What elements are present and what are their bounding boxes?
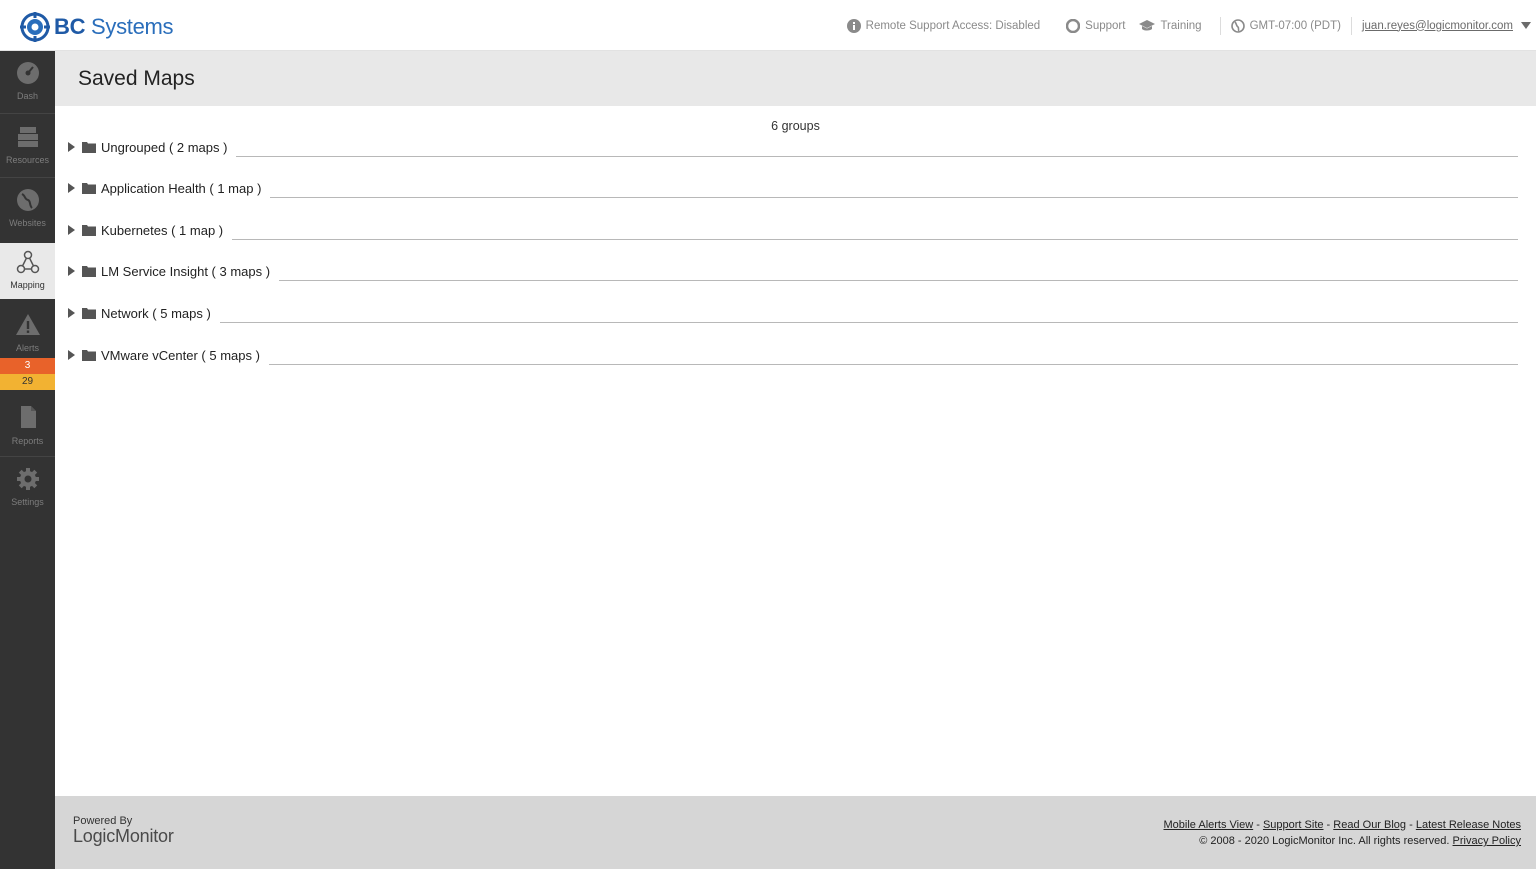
divider bbox=[1219, 16, 1221, 35]
expand-arrow-icon[interactable] bbox=[68, 266, 75, 276]
release-notes-link[interactable]: Latest Release Notes bbox=[1416, 819, 1521, 831]
dashboard-icon bbox=[16, 62, 39, 84]
folder-icon bbox=[82, 142, 96, 153]
expand-arrow-icon[interactable] bbox=[68, 225, 75, 235]
lifebuoy-icon bbox=[1066, 18, 1081, 33]
logicmonitor-logo[interactable]: LogicMonitor bbox=[73, 826, 174, 847]
document-icon bbox=[20, 406, 36, 428]
map-group-row[interactable]: Network ( 5 maps ) bbox=[68, 301, 1518, 325]
sidebar-item-dash[interactable]: Dash bbox=[0, 61, 55, 101]
sidebar-item-label: Alerts bbox=[15, 343, 39, 353]
training-link[interactable]: Training bbox=[1139, 19, 1202, 32]
globe-icon bbox=[16, 189, 39, 211]
map-group-row[interactable]: Application Health ( 1 map ) bbox=[68, 176, 1518, 200]
brand-logo[interactable]: BC Systems bbox=[20, 11, 174, 43]
divider bbox=[279, 280, 1518, 281]
globe-icon bbox=[1230, 18, 1245, 33]
top-bar: BC Systems Remote Support Access: Disabl… bbox=[0, 0, 1536, 51]
brand-logo-icon bbox=[20, 12, 50, 42]
sidebar-item-alerts[interactable]: Alerts bbox=[0, 313, 55, 353]
folder-icon bbox=[82, 225, 96, 236]
brand-name: BC Systems bbox=[54, 14, 174, 39]
sidebar-item-label: Reports bbox=[11, 436, 44, 446]
gear-icon bbox=[16, 468, 39, 490]
divider bbox=[219, 322, 1518, 323]
chevron-down-icon bbox=[1521, 21, 1531, 29]
sidebar-nav: Dash Resources Websites Mapping Alerts 3… bbox=[0, 51, 55, 869]
timezone-label: GMT-07:00 (PDT) bbox=[1249, 19, 1341, 32]
folder-icon bbox=[82, 308, 96, 319]
sidebar-item-label: Dash bbox=[16, 91, 38, 101]
group-name[interactable]: VMware vCenter ( 5 maps ) bbox=[101, 348, 260, 363]
copyright: © 2008 - 2020 LogicMonitor Inc. All righ… bbox=[1199, 835, 1450, 847]
map-group-row[interactable]: LM Service Insight ( 3 maps ) bbox=[68, 259, 1518, 283]
divider bbox=[268, 364, 1518, 365]
sidebar-item-websites[interactable]: Websites bbox=[0, 188, 55, 228]
support-site-link[interactable]: Support Site bbox=[1263, 819, 1324, 831]
privacy-policy-link[interactable]: Privacy Policy bbox=[1453, 835, 1521, 847]
training-label: Training bbox=[1160, 19, 1202, 32]
sidebar-item-label: Mapping bbox=[10, 280, 45, 290]
info-icon bbox=[846, 18, 861, 33]
map-group-row[interactable]: Ungrouped ( 2 maps ) bbox=[68, 135, 1518, 159]
folder-icon bbox=[82, 266, 96, 277]
sidebar-item-settings[interactable]: Settings bbox=[0, 467, 55, 507]
divider bbox=[270, 197, 1518, 198]
sidebar-item-reports[interactable]: Reports bbox=[0, 404, 55, 446]
saved-maps-panel: 6 groups Ungrouped ( 2 maps ) Applicatio… bbox=[55, 106, 1536, 796]
folder-icon bbox=[82, 350, 96, 361]
resources-icon bbox=[17, 127, 38, 147]
footer-links: Mobile Alerts View - Support Site - Read… bbox=[1163, 819, 1522, 847]
user-menu[interactable]: juan.reyes@logicmonitor.com bbox=[1362, 20, 1536, 32]
warning-icon bbox=[15, 314, 40, 335]
sidebar-item-resources[interactable]: Resources bbox=[0, 125, 55, 165]
sidebar-item-label: Resources bbox=[5, 155, 50, 165]
critical-alert-count[interactable]: 3 bbox=[0, 358, 55, 374]
group-name[interactable]: Kubernetes ( 1 map ) bbox=[101, 223, 223, 238]
support-link[interactable]: Support bbox=[1066, 18, 1126, 33]
footer: Powered By LogicMonitor Mobile Alerts Vi… bbox=[55, 796, 1536, 869]
group-count: 6 groups bbox=[771, 119, 820, 133]
timezone[interactable]: GMT-07:00 (PDT) bbox=[1230, 18, 1341, 33]
group-name[interactable]: Application Health ( 1 map ) bbox=[101, 181, 261, 196]
expand-arrow-icon[interactable] bbox=[68, 350, 75, 360]
sidebar-item-mapping[interactable]: Mapping bbox=[0, 243, 55, 299]
sidebar-item-label: Websites bbox=[9, 218, 46, 228]
page-header: Saved Maps bbox=[55, 51, 1536, 106]
header-utilities: Remote Support Access: Disabled Support … bbox=[846, 0, 1536, 51]
mobile-alerts-link[interactable]: Mobile Alerts View bbox=[1164, 819, 1254, 831]
remote-support-label: Remote Support Access: Disabled bbox=[865, 19, 1041, 32]
expand-arrow-icon[interactable] bbox=[68, 183, 75, 193]
group-name[interactable]: LM Service Insight ( 3 maps ) bbox=[101, 264, 270, 279]
map-group-row[interactable]: Kubernetes ( 1 map ) bbox=[68, 218, 1518, 242]
topology-icon bbox=[16, 250, 39, 274]
graduation-cap-icon bbox=[1139, 19, 1156, 30]
page-title: Saved Maps bbox=[78, 67, 195, 90]
warning-alert-count[interactable]: 29 bbox=[0, 374, 55, 390]
divider bbox=[236, 156, 1518, 157]
expand-arrow-icon[interactable] bbox=[68, 308, 75, 318]
support-label: Support bbox=[1085, 19, 1126, 32]
blog-link[interactable]: Read Our Blog bbox=[1333, 819, 1406, 831]
divider bbox=[1350, 16, 1352, 35]
folder-icon bbox=[82, 183, 96, 194]
remote-support-status[interactable]: Remote Support Access: Disabled bbox=[846, 18, 1041, 33]
expand-arrow-icon[interactable] bbox=[68, 142, 75, 152]
sidebar-item-label: Settings bbox=[11, 497, 44, 507]
group-name[interactable]: Network ( 5 maps ) bbox=[101, 306, 211, 321]
user-email: juan.reyes@logicmonitor.com bbox=[1361, 19, 1513, 32]
map-group-row[interactable]: VMware vCenter ( 5 maps ) bbox=[68, 343, 1518, 367]
divider bbox=[232, 239, 1518, 240]
group-name[interactable]: Ungrouped ( 2 maps ) bbox=[101, 140, 227, 155]
